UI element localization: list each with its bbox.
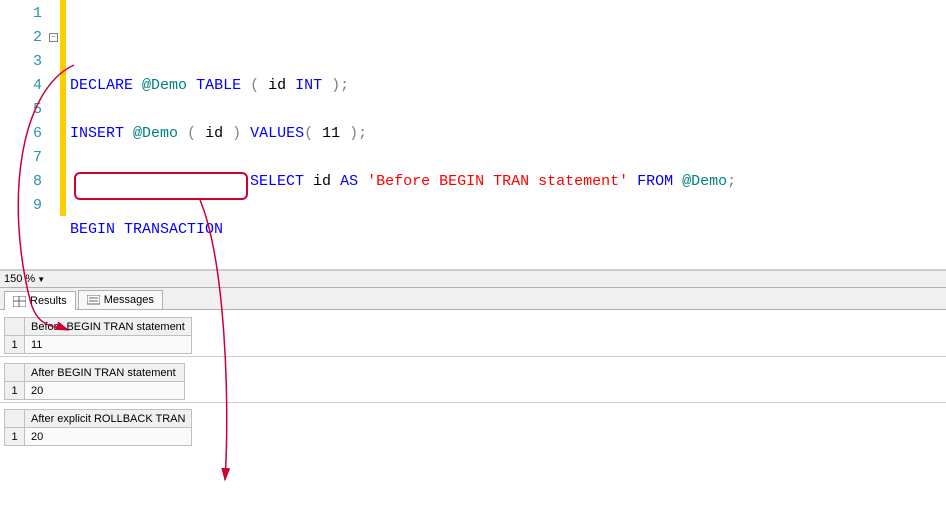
tab-messages[interactable]: Messages: [78, 290, 163, 309]
result-block: Before BEGIN TRAN statement 111: [0, 311, 946, 356]
code-line[interactable]: DECLARE @Demo TABLE ( id INT );: [70, 74, 745, 98]
tab-results[interactable]: Results: [4, 291, 76, 310]
line-number-gutter: 1 2 3 4 5 6 7 8 9: [0, 0, 48, 269]
sql-editor-pane: 1 2 3 4 5 6 7 8 9 − DECLARE @Demo TABLE …: [0, 0, 946, 270]
column-header[interactable]: After explicit ROLLBACK TRAN: [25, 410, 192, 428]
cell-value[interactable]: 11: [25, 336, 192, 354]
chevron-down-icon: ▼: [37, 275, 45, 284]
code-line[interactable]: INSERT @Demo ( id ) VALUES( 11 );: [70, 122, 745, 146]
result-block: After explicit ROLLBACK TRAN 120: [0, 402, 946, 448]
code-area[interactable]: DECLARE @Demo TABLE ( id INT ); INSERT @…: [66, 0, 745, 269]
result-grid[interactable]: After explicit ROLLBACK TRAN 120: [4, 409, 192, 446]
tab-results-label: Results: [30, 295, 67, 307]
row-header[interactable]: 1: [5, 428, 25, 446]
line-number: 9: [0, 194, 42, 218]
results-pane: Before BEGIN TRAN statement 111 After BE…: [0, 310, 946, 505]
code-line[interactable]: SELECT id AS 'Before BEGIN TRAN statemen…: [70, 170, 745, 194]
result-grid[interactable]: After BEGIN TRAN statement 120: [4, 363, 185, 400]
column-header[interactable]: After BEGIN TRAN statement: [25, 364, 185, 382]
cell-value[interactable]: 20: [25, 428, 192, 446]
line-number: 6: [0, 122, 42, 146]
line-number: 5: [0, 98, 42, 122]
line-number: 1: [0, 2, 42, 26]
grid-corner[interactable]: [5, 318, 25, 336]
grid-corner[interactable]: [5, 410, 25, 428]
messages-icon: [87, 295, 100, 306]
zoom-value: 150 %: [4, 273, 35, 285]
results-tabs: Results Messages: [0, 288, 946, 310]
line-number: 4: [0, 74, 42, 98]
fold-toggle-icon[interactable]: −: [49, 33, 58, 42]
code-line[interactable]: BEGIN TRANSACTION: [70, 218, 745, 242]
line-number: 2: [0, 26, 42, 50]
code-line[interactable]: [70, 26, 745, 50]
zoom-dropdown[interactable]: 150 % ▼: [4, 273, 45, 285]
result-block: After BEGIN TRAN statement 120: [0, 356, 946, 402]
line-number: 7: [0, 146, 42, 170]
grid-corner[interactable]: [5, 364, 25, 382]
line-number: 8: [0, 170, 42, 194]
code-fold-strip: −: [48, 0, 60, 269]
zoom-bar: 150 % ▼: [0, 270, 946, 288]
tab-messages-label: Messages: [104, 294, 154, 306]
line-number: 3: [0, 50, 42, 74]
column-header[interactable]: Before BEGIN TRAN statement: [25, 318, 192, 336]
cell-value[interactable]: 20: [25, 382, 185, 400]
code-line[interactable]: UPDATE @Demo SET id = 20;: [70, 266, 745, 270]
result-grid[interactable]: Before BEGIN TRAN statement 111: [4, 317, 192, 354]
row-header[interactable]: 1: [5, 382, 25, 400]
grid-icon: [13, 296, 26, 307]
row-header[interactable]: 1: [5, 336, 25, 354]
